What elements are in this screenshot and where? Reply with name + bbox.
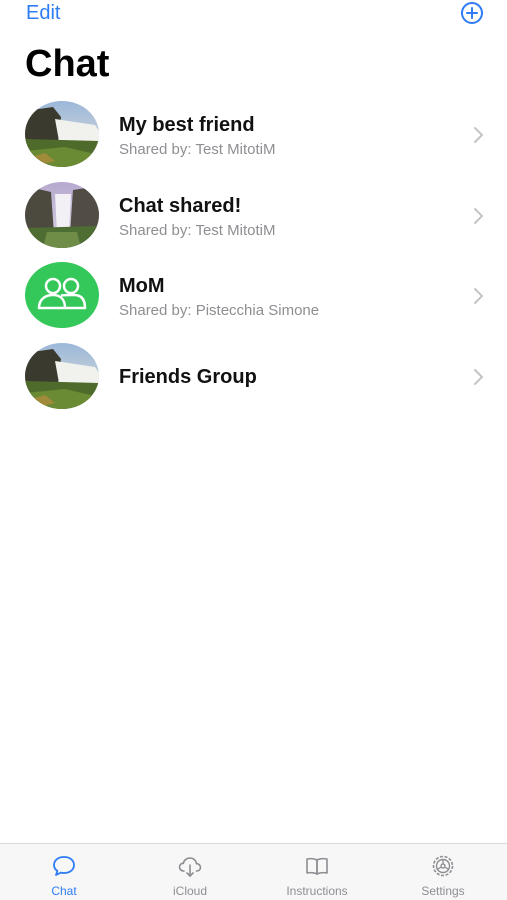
chat-avatar (25, 181, 99, 248)
tab-settings[interactable]: Settings (380, 844, 506, 900)
chat-title: My best friend (119, 114, 255, 136)
chat-shared-by: Shared by: Test MitotiM (119, 141, 276, 158)
chat-title: Chat shared! (119, 194, 242, 217)
tab-instructions[interactable]: Instructions (254, 844, 380, 900)
chat-avatar (25, 342, 99, 409)
chevron-right-icon (474, 368, 483, 385)
tab-label: Chat (51, 884, 77, 898)
tab-chat[interactable]: Chat (1, 844, 127, 900)
waterfall-photo (25, 342, 99, 409)
waterfall-photo (25, 181, 99, 248)
chat-screen: Edit Chat My best friend Shared by: Test… (0, 0, 507, 900)
chat-title: Friends Group (119, 365, 257, 388)
tab-icloud[interactable]: iCloud (127, 844, 253, 900)
tab-label: Instructions (286, 884, 348, 898)
cloud-download-icon (178, 857, 202, 877)
book-icon (306, 857, 328, 875)
chevron-right-icon (474, 207, 483, 224)
chat-row-my-best-friend[interactable]: My best friend Shared by: Test MitotiM (0, 94, 507, 175)
edit-button[interactable]: Edit (26, 2, 60, 24)
group-icon (37, 277, 87, 310)
chevron-right-icon (474, 288, 483, 304)
chat-shared-by: Shared by: Test MitotiM (119, 221, 276, 239)
chat-row-friends-group[interactable]: Friends Group (0, 336, 507, 417)
page-title: Chat (25, 43, 110, 85)
chat-bubble-icon (53, 856, 75, 876)
gear-icon (432, 855, 454, 877)
chat-row-mom[interactable]: MoM Shared by: Pistecchia Simone (0, 255, 507, 336)
add-chat-button[interactable] (460, 1, 484, 25)
plus-circle-icon (461, 2, 483, 24)
chat-row-chat-shared[interactable]: Chat shared! Shared by: Test MitotiM (0, 175, 507, 256)
chat-list: My best friend Shared by: Test MitotiM C… (0, 94, 507, 416)
tab-label: iCloud (172, 884, 208, 898)
chat-avatar (25, 101, 99, 167)
chat-shared-by: Shared by: Pistecchia Simone (119, 302, 320, 319)
tab-bar: Chat iCloud Instructions Settings (0, 843, 507, 900)
chat-avatar (25, 262, 99, 328)
tab-label: Settings (421, 884, 465, 898)
waterfall-photo (25, 101, 99, 167)
chevron-right-icon (474, 127, 483, 143)
chat-title: MoM (119, 275, 165, 297)
